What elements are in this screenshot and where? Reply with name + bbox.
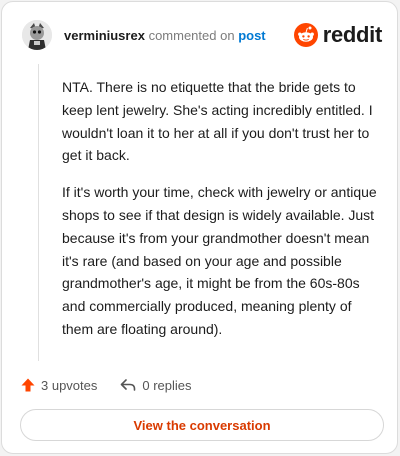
- username[interactable]: verminiusrex: [64, 28, 145, 43]
- reply-arrow-icon: [121, 379, 136, 391]
- avatar-image: [22, 20, 52, 50]
- reddit-wordmark: reddit: [322, 22, 383, 47]
- reply-stat[interactable]: 0 replies: [119, 377, 192, 393]
- post-link[interactable]: post: [238, 28, 265, 43]
- upvote-count: 3 upvotes: [41, 377, 98, 393]
- view-conversation-button[interactable]: View the conversation: [20, 409, 384, 441]
- reply-count: 0 replies: [142, 377, 192, 393]
- comment-footer: 3 upvotes 0 replies: [20, 375, 192, 395]
- comment-paragraph: If it's worth your time, check with jewe…: [62, 184, 377, 337]
- thread-line: [38, 64, 39, 361]
- reddit-brand[interactable]: reddit: [293, 20, 383, 50]
- comment-card: verminiusrex commented on post reddit NT…: [1, 1, 398, 454]
- comment-meta: verminiusrex commented on post: [64, 28, 266, 43]
- upvote-stat[interactable]: 3 upvotes: [20, 377, 97, 393]
- avatar[interactable]: [22, 20, 52, 50]
- comment-body: NTA. There is no etiquette that the brid…: [62, 76, 384, 355]
- comment-header: verminiusrex commented on post reddit: [20, 18, 382, 54]
- upvote-arrow-icon: [21, 378, 35, 392]
- reddit-alien-icon: [293, 23, 318, 47]
- comment-paragraph: NTA. There is no etiquette that the brid…: [62, 79, 373, 164]
- action-text: commented on: [148, 28, 235, 43]
